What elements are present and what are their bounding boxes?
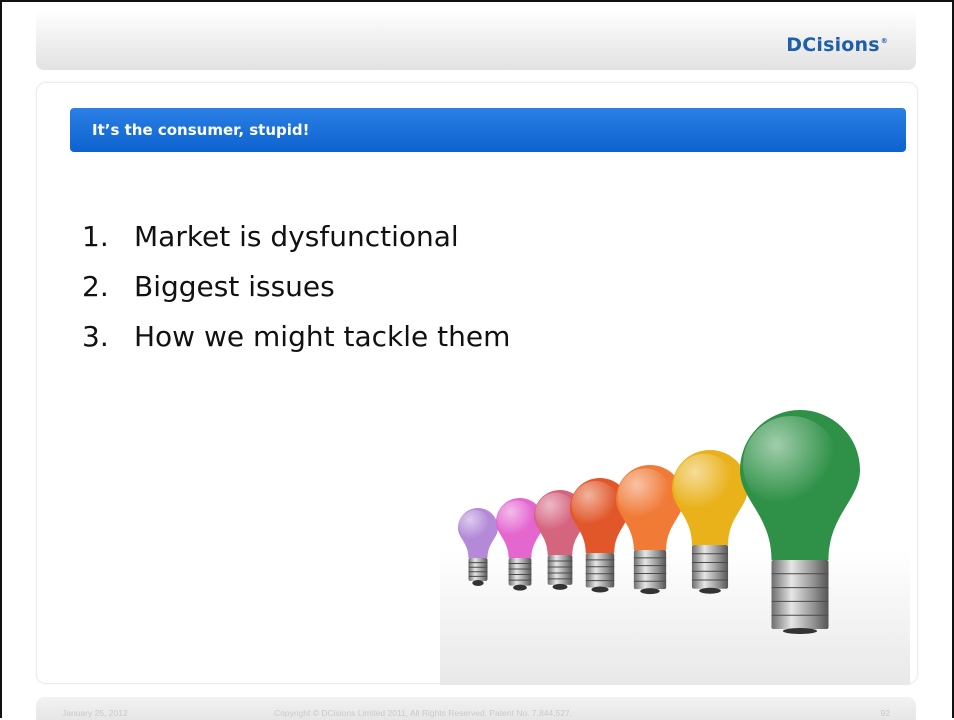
logo-text: DCisions <box>786 34 880 56</box>
slide-title-bar: It’s the consumer, stupid! <box>70 108 906 152</box>
list-number: 1. <box>82 220 109 253</box>
lightbulbs-image <box>440 410 910 685</box>
footer-copyright: Copyright © DCisions Limited 2011, All R… <box>274 708 573 718</box>
page-number: 92 <box>880 708 890 718</box>
slide-header: DCisions® <box>36 10 916 70</box>
list-item: 1. Market is dysfunctional <box>82 212 510 262</box>
slide-footer: January 25, 2012 Copyright © DCisions Li… <box>36 697 916 720</box>
dcisions-logo: DCisions® <box>786 34 888 56</box>
list-number: 2. <box>82 270 109 303</box>
footer-date: January 25, 2012 <box>62 708 128 718</box>
list-item: 3. How we might tackle them <box>82 312 510 362</box>
slide-title: It’s the consumer, stupid! <box>92 121 310 139</box>
list-text: Biggest issues <box>134 270 335 303</box>
registered-mark: ® <box>880 37 888 45</box>
list-text: How we might tackle them <box>134 320 511 353</box>
list-item: 2. Biggest issues <box>82 262 510 312</box>
list-text: Market is dysfunctional <box>134 220 459 253</box>
agenda-list: 1. Market is dysfunctional 2. Biggest issu… <box>82 212 510 362</box>
list-number: 3. <box>82 320 109 353</box>
